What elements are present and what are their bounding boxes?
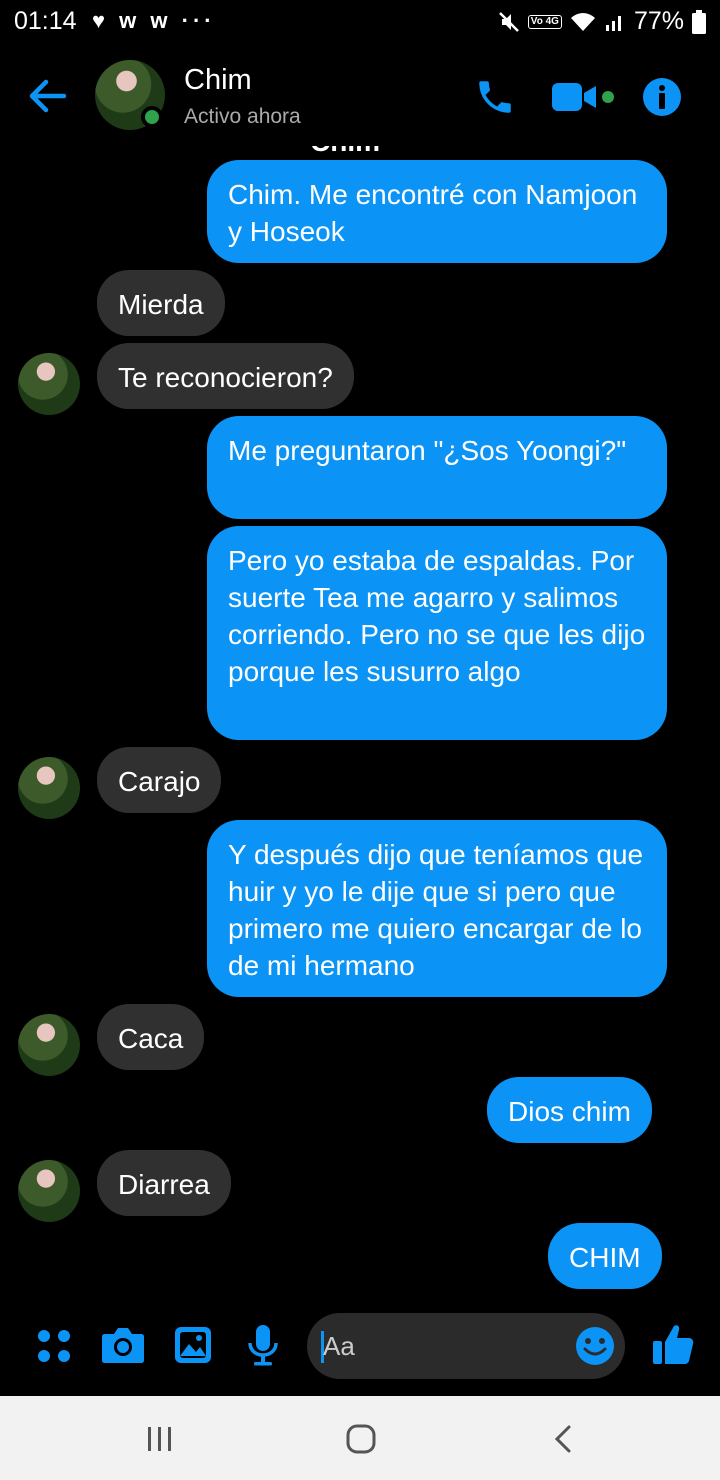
video-icon[interactable] (550, 80, 616, 114)
thumbs-up-icon[interactable] (652, 1322, 694, 1366)
message-incoming[interactable]: Te reconocieron? (97, 343, 354, 409)
message-incoming[interactable]: Mierda (97, 270, 225, 336)
partial-name-above: Chim (310, 146, 380, 158)
battery-percent: 77% (633, 7, 684, 35)
battery-icon (692, 9, 706, 34)
signal-icon (605, 15, 621, 31)
menu-dots-icon[interactable] (36, 1328, 72, 1364)
message-outgoing[interactable]: Y después dijo que teníamos que huir y y… (207, 820, 667, 997)
phone-icon[interactable] (474, 76, 516, 118)
message-outgoing[interactable]: CHIM (548, 1223, 662, 1289)
message-outgoing[interactable]: Me preguntaron "¿Sos Yoongi?" (207, 416, 667, 519)
notification-icons: ♥ w w ··· (92, 8, 216, 33)
message-incoming[interactable]: Carajo (97, 747, 222, 813)
home-icon[interactable] (345, 1423, 377, 1455)
system-nav-bar (0, 1396, 720, 1480)
camera-icon[interactable] (101, 1326, 145, 1364)
back-arrow-icon[interactable] (24, 74, 74, 118)
wifi-icon (570, 12, 595, 31)
info-icon[interactable] (641, 76, 683, 118)
status-right: Vo 4G 77% (498, 7, 706, 36)
chat-header: Chim Activo ahora (0, 50, 720, 146)
microphone-icon[interactable] (247, 1324, 279, 1366)
message-incoming[interactable]: Caca (97, 1004, 205, 1070)
nav-back-icon[interactable] (552, 1424, 574, 1454)
sender-avatar (18, 1014, 80, 1076)
composer-bar: Aa (0, 1304, 720, 1396)
message-outgoing[interactable]: Dios chim (487, 1077, 652, 1143)
message-outgoing[interactable]: Pero yo estaba de espaldas. Por suerte T… (207, 526, 667, 740)
online-indicator (141, 106, 163, 128)
recents-icon[interactable] (145, 1425, 175, 1453)
gallery-icon[interactable] (174, 1326, 212, 1364)
sender-avatar (18, 757, 80, 819)
message-input-placeholder: Aa (323, 1331, 355, 1361)
message-input[interactable]: Aa (307, 1313, 625, 1379)
contact-status: Activo ahora (184, 105, 301, 128)
message-incoming[interactable]: Diarrea (97, 1150, 231, 1216)
volte-icon: Vo 4G (527, 14, 562, 29)
emoji-icon[interactable] (575, 1326, 615, 1366)
status-time: 01:14 (14, 7, 77, 35)
message-outgoing[interactable]: Chim. Me encontré con Namjoon y Hoseok (207, 160, 667, 263)
mute-icon (498, 11, 519, 32)
contact-name[interactable]: Chim (184, 64, 252, 97)
sender-avatar (18, 353, 80, 415)
sender-avatar (18, 1160, 80, 1222)
status-bar: 01:14 ♥ w w ··· Vo 4G 77% (0, 0, 720, 44)
message-list[interactable]: Chim Chim. Me encontré con Namjoon y Hos… (0, 146, 720, 1304)
